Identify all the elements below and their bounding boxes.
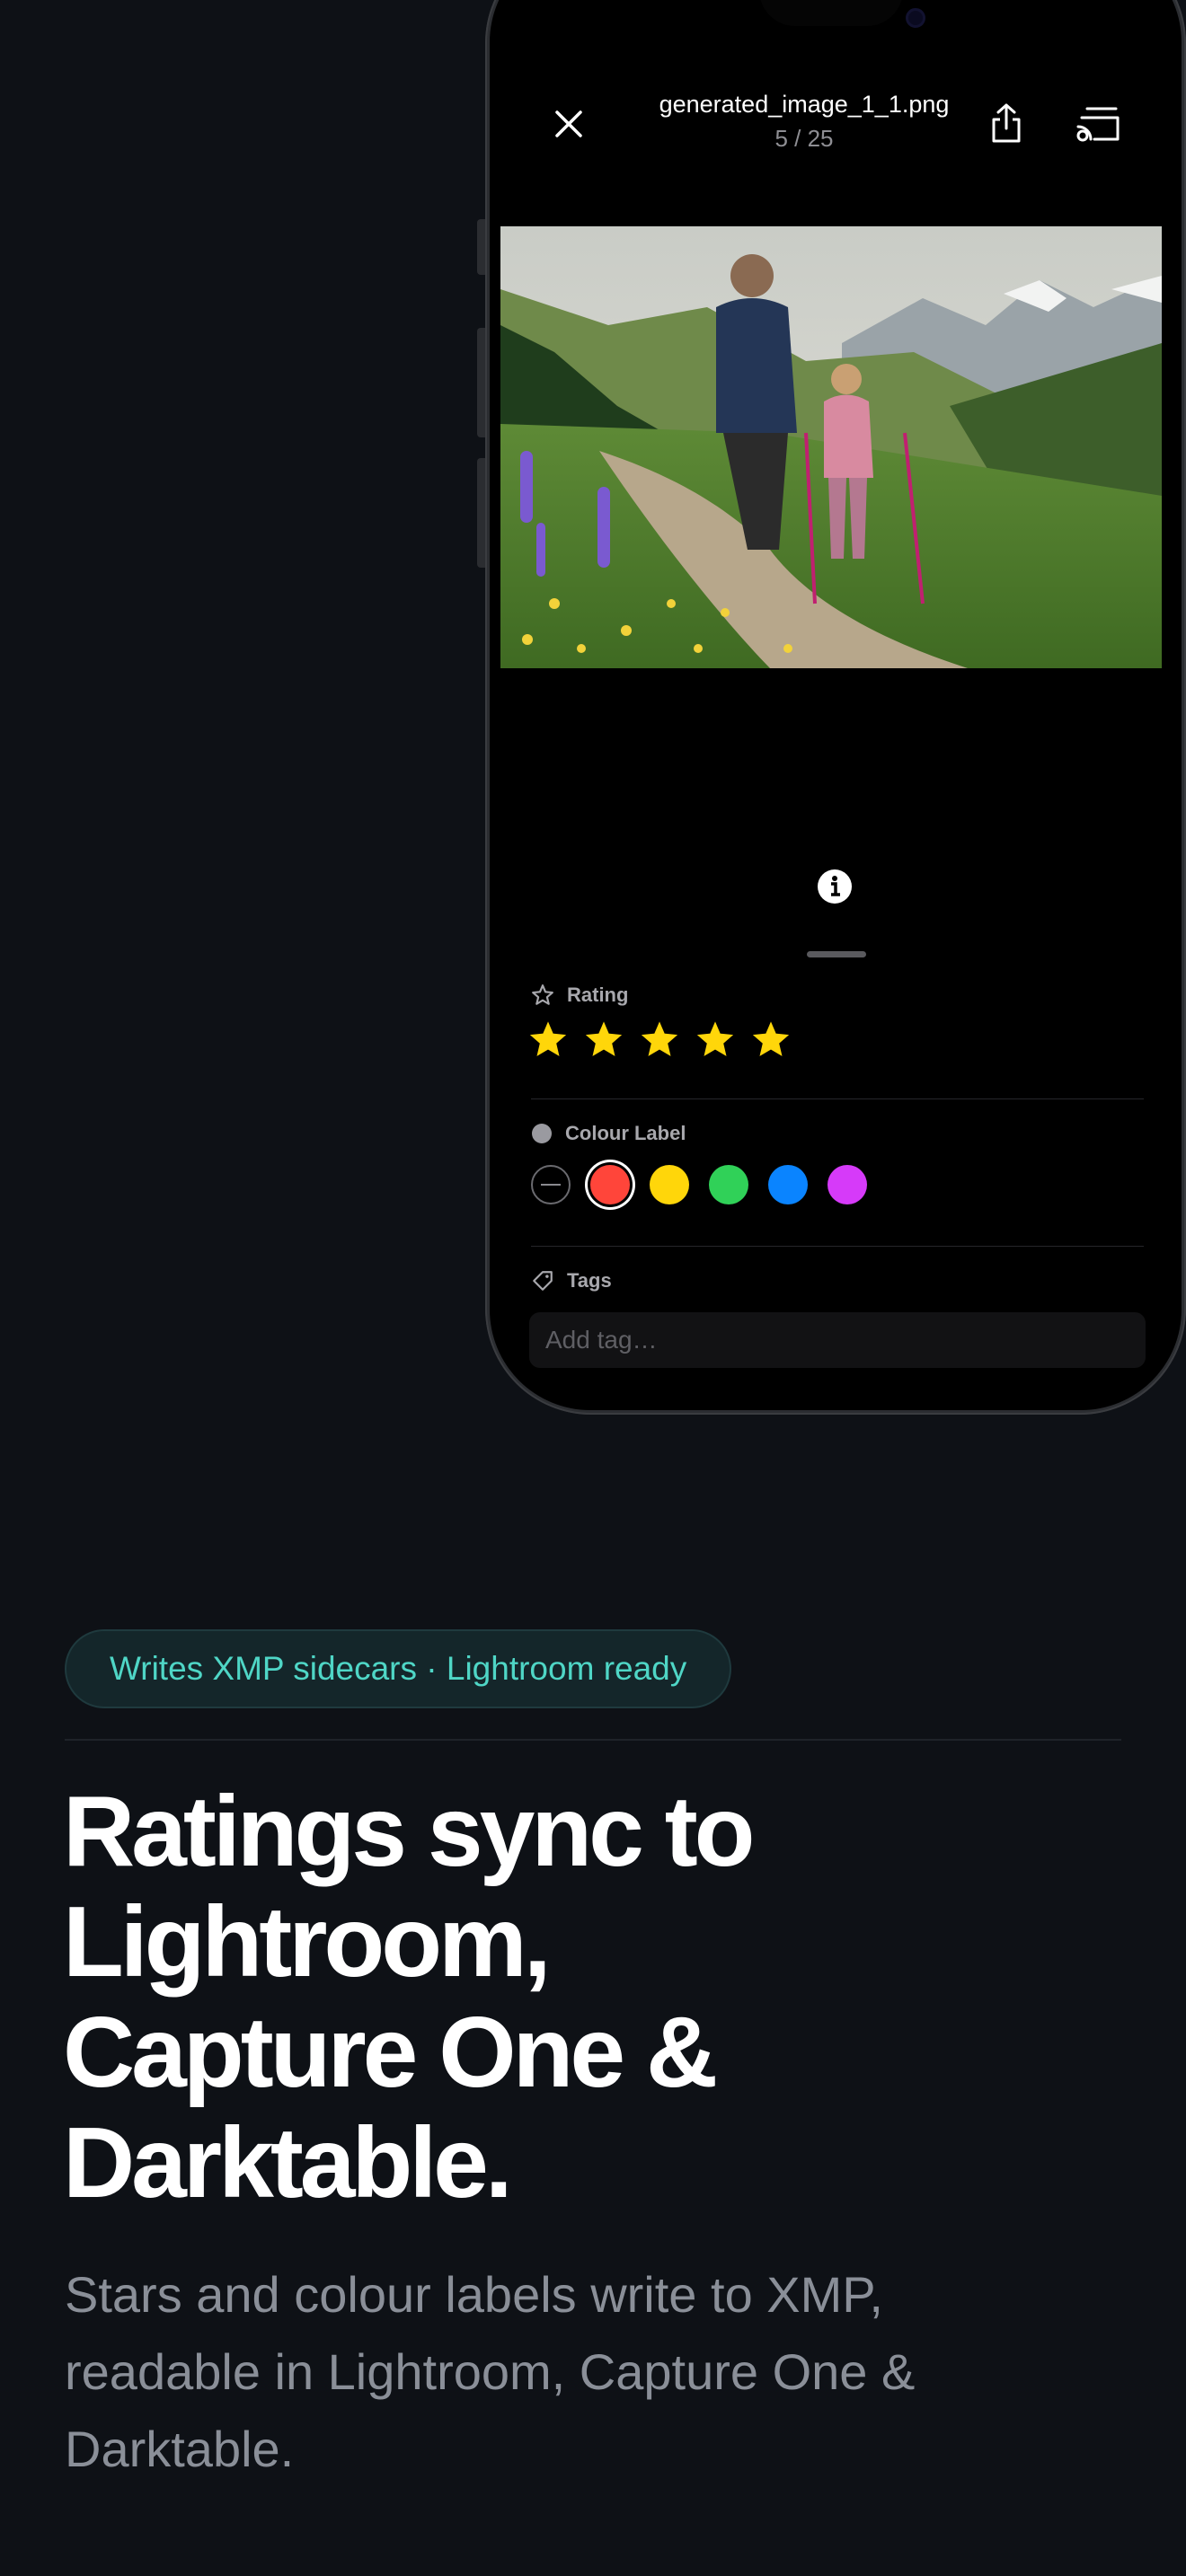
headline-line: Capture One & — [63, 1997, 718, 2108]
headline: Ratings sync to Lightroom, Capture One &… — [63, 1777, 1105, 2219]
headline-line: Darktable. — [63, 2107, 513, 2219]
rating-label: Rating — [567, 984, 629, 1006]
hiking-photo-image — [500, 226, 1162, 668]
subcopy: Stars and colour labels write to XMP, re… — [65, 2266, 916, 2477]
star-icon[interactable] — [585, 1021, 623, 1059]
feature-pill: Writes XMP sidecars · Lightroom ready — [65, 1629, 732, 1708]
star-rating[interactable] — [529, 1021, 790, 1059]
tags-section-label: Tags — [531, 1269, 612, 1292]
colour-label: Colour Label — [565, 1122, 686, 1144]
tags-label: Tags — [567, 1269, 612, 1292]
colour-section-label: Colour Label — [531, 1122, 686, 1145]
colour-swatch[interactable] — [709, 1165, 748, 1204]
cast-icon — [1076, 107, 1120, 142]
divider — [531, 1246, 1144, 1247]
close-icon — [555, 110, 582, 137]
no-colour-swatch[interactable] — [531, 1165, 571, 1204]
section-divider — [65, 1739, 1121, 1741]
phone-mockup: generated_image_1_1.png 5 / 25 Rating Co… — [485, 0, 1186, 1415]
camera-icon — [906, 8, 925, 28]
tag-icon — [533, 1271, 553, 1291]
file-name: generated_image_1_1.png — [659, 91, 950, 118]
close-button[interactable] — [544, 99, 594, 149]
star-icon[interactable] — [641, 1021, 678, 1059]
phone-screen: generated_image_1_1.png 5 / 25 Rating Co… — [490, 0, 1182, 1410]
colour-swatch[interactable] — [768, 1165, 808, 1204]
colour-swatch-list — [531, 1165, 867, 1204]
colour-swatch[interactable] — [650, 1165, 689, 1204]
colour-swatch[interactable] — [828, 1165, 867, 1204]
share-icon — [992, 103, 1021, 143]
cast-button[interactable] — [1067, 96, 1129, 150]
sheet-grabber-handle[interactable] — [807, 951, 866, 957]
divider — [531, 1098, 1144, 1099]
star-outline-icon — [532, 984, 553, 1005]
star-icon[interactable] — [696, 1021, 734, 1059]
share-button[interactable] — [981, 96, 1031, 150]
star-icon[interactable] — [529, 1021, 567, 1059]
headline-line: Lightroom, — [63, 1886, 552, 1998]
photo-preview[interactable] — [500, 226, 1162, 668]
info-button[interactable] — [817, 869, 853, 904]
dynamic-island — [759, 0, 903, 26]
headline-line: Ratings sync to — [63, 1776, 755, 1887]
add-tag-input[interactable] — [529, 1312, 1146, 1368]
image-counter: 5 / 25 — [774, 125, 834, 152]
colour-swatch[interactable] — [590, 1165, 630, 1204]
rating-section-label: Rating — [531, 984, 628, 1007]
star-icon[interactable] — [752, 1021, 790, 1059]
info-icon — [818, 869, 852, 904]
colour-dot-icon — [532, 1124, 552, 1143]
